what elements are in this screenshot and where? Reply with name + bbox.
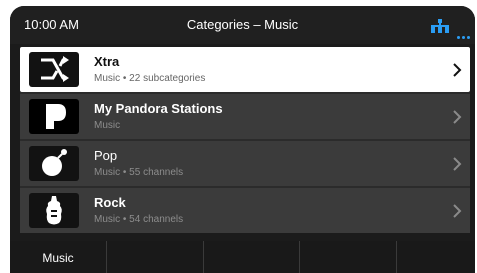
chevron-right-icon — [453, 63, 462, 77]
list-item-subtitle: Music • 22 subcategories — [94, 73, 206, 84]
list-item-rock[interactable]: Rock Music • 54 channels — [20, 188, 470, 233]
list-item-title: Xtra — [94, 54, 120, 69]
electric-guitar-icon — [29, 193, 79, 228]
list-item-title: Pop — [94, 148, 118, 163]
more-dots-icon[interactable] — [457, 26, 472, 44]
pandora-logo-icon — [29, 99, 79, 134]
list-item-subtitle: Music • 55 channels — [94, 167, 184, 178]
tab-3[interactable] — [204, 241, 300, 273]
chevron-right-icon — [453, 157, 462, 171]
tab-5[interactable] — [397, 241, 475, 273]
page-title: Categories – Music — [186, 17, 299, 32]
tab-label: Music — [42, 251, 74, 265]
chevron-right-icon — [453, 204, 462, 218]
shuffle-arrows-icon — [29, 52, 79, 87]
status-bar: 10:00 AM Categories – Music — [10, 6, 475, 44]
tab-4[interactable] — [300, 241, 397, 273]
list-item-xtra[interactable]: Xtra Music • 22 subcategories — [20, 47, 470, 92]
list-item-pop[interactable]: Pop Music • 55 channels — [20, 141, 470, 186]
list-item-title: Rock — [94, 195, 126, 210]
tab-2[interactable] — [107, 241, 204, 273]
list-item-my-pandora-stations[interactable]: My Pandora Stations Music — [20, 94, 470, 139]
connection-icon — [431, 19, 449, 33]
tab-music[interactable]: Music — [10, 241, 107, 273]
list-item-subtitle: Music • 54 channels — [94, 214, 184, 225]
list-item-title: My Pandora Stations — [94, 101, 223, 116]
car-display-screen: 10:00 AM Categories – Music Xtra Music •… — [10, 6, 475, 273]
chevron-right-icon — [453, 110, 462, 124]
list-item-subtitle: Music — [94, 120, 121, 131]
pop-bomb-icon — [29, 146, 79, 181]
bottom-tab-bar: Music — [10, 241, 475, 273]
